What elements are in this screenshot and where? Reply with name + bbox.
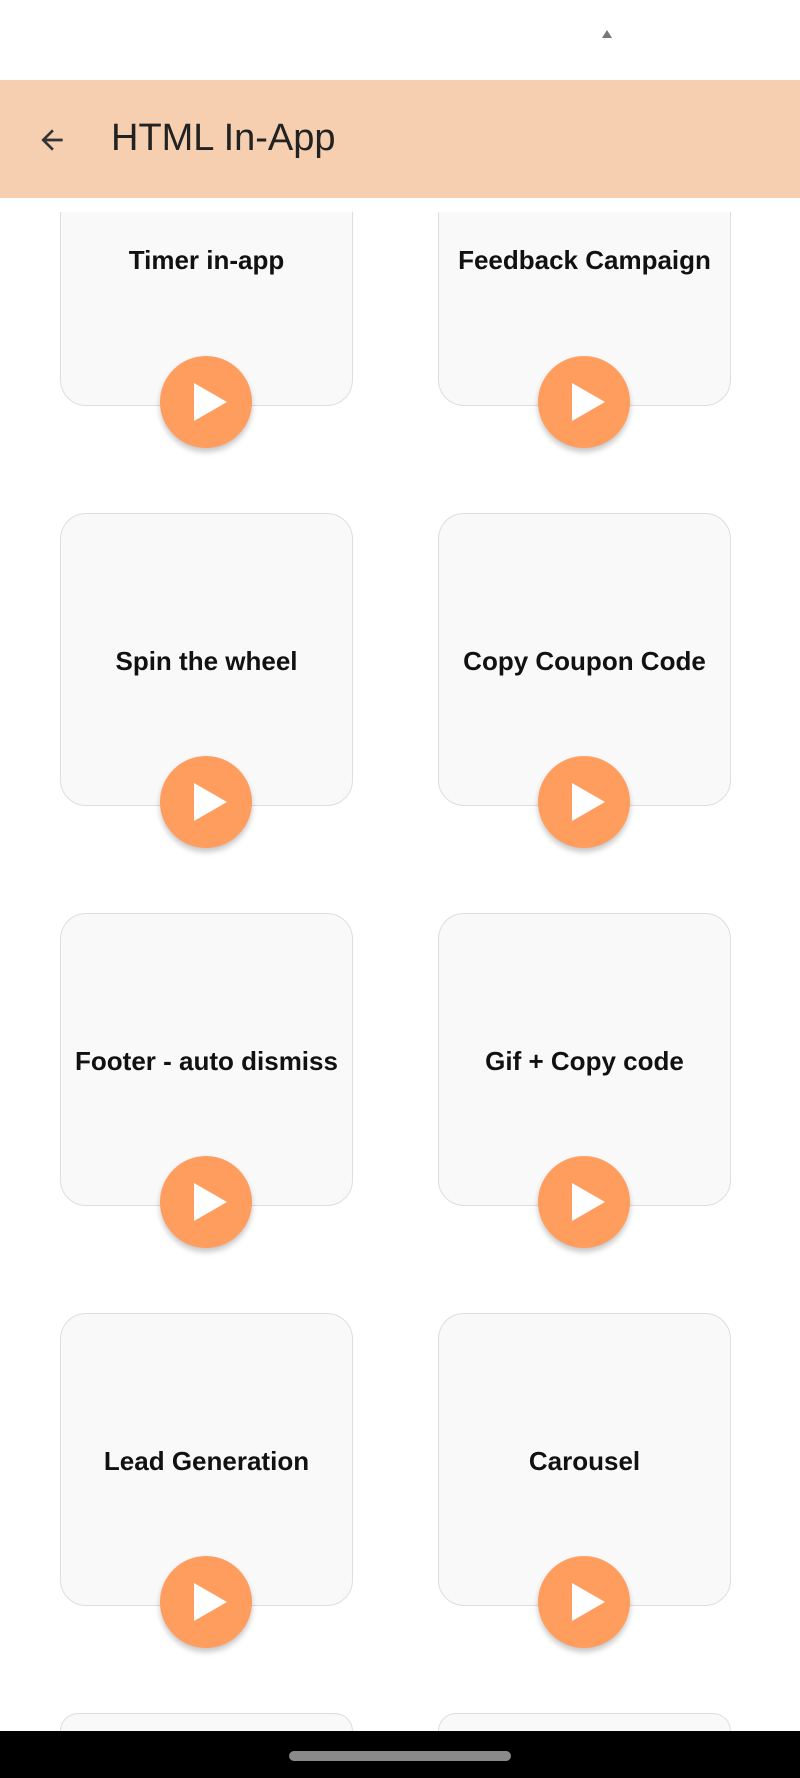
navigation-bar [0, 1731, 800, 1778]
status-bar [0, 0, 800, 80]
play-icon [193, 1183, 227, 1221]
arrow-left-icon [41, 129, 63, 151]
play-button[interactable] [538, 1556, 630, 1648]
play-button[interactable] [160, 756, 252, 848]
page-title: HTML In-App [111, 117, 336, 159]
signal-icon [602, 30, 612, 38]
home-gesture-handle[interactable] [289, 1751, 511, 1761]
campaign-card[interactable] [438, 1713, 731, 1731]
play-button[interactable] [160, 1556, 252, 1648]
play-button[interactable] [160, 356, 252, 448]
play-button[interactable] [538, 756, 630, 848]
campaign-card[interactable] [60, 1713, 353, 1731]
play-icon [571, 783, 605, 821]
play-button[interactable] [538, 1156, 630, 1248]
play-icon [571, 383, 605, 421]
app-bar: HTML In-App [0, 80, 800, 198]
play-icon [193, 1583, 227, 1621]
play-icon [571, 1183, 605, 1221]
back-button[interactable] [30, 118, 74, 162]
play-icon [571, 1583, 605, 1621]
play-button[interactable] [160, 1156, 252, 1248]
play-icon [193, 783, 227, 821]
play-button[interactable] [538, 356, 630, 448]
play-icon [193, 383, 227, 421]
